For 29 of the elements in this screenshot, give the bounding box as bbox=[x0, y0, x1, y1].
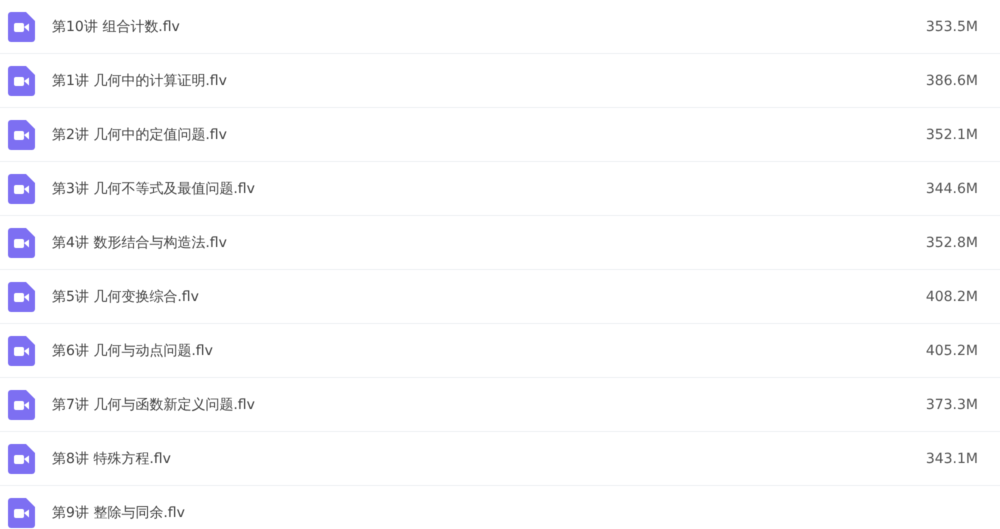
file-name[interactable]: 第4讲 数形结合与构造法.flv bbox=[52, 234, 926, 252]
file-size: 343.1M bbox=[926, 450, 978, 466]
video-file-icon bbox=[8, 390, 35, 420]
file-name[interactable]: 第5讲 几何变换综合.flv bbox=[52, 288, 926, 306]
video-file-icon bbox=[8, 12, 35, 42]
video-file-icon bbox=[8, 336, 35, 366]
file-size: 352.8M bbox=[926, 234, 978, 250]
file-size: 352.1M bbox=[926, 126, 978, 142]
video-file-icon bbox=[8, 498, 35, 528]
file-size: 405.2M bbox=[926, 342, 978, 358]
video-file-icon bbox=[8, 444, 35, 474]
file-size: 344.6M bbox=[926, 180, 978, 196]
video-file-icon bbox=[8, 120, 35, 150]
file-size: 386.6M bbox=[926, 72, 978, 88]
file-size: 408.2M bbox=[926, 288, 978, 304]
video-file-icon bbox=[8, 174, 35, 204]
file-name[interactable]: 第7讲 几何与函数新定义问题.flv bbox=[52, 396, 926, 414]
file-name[interactable]: 第8讲 特殊方程.flv bbox=[52, 450, 926, 468]
file-size: 373.3M bbox=[926, 396, 978, 412]
file-name[interactable]: 第9讲 整除与同余.flv bbox=[52, 504, 1000, 522]
file-size: 353.5M bbox=[926, 18, 978, 34]
file-name[interactable]: 第6讲 几何与动点问题.flv bbox=[52, 342, 926, 360]
video-file-icon bbox=[8, 282, 35, 312]
file-name[interactable]: 第1讲 几何中的计算证明.flv bbox=[52, 72, 926, 90]
video-file-icon bbox=[8, 66, 35, 96]
file-name[interactable]: 第3讲 几何不等式及最值问题.flv bbox=[52, 180, 926, 198]
file-name[interactable]: 第2讲 几何中的定值问题.flv bbox=[52, 126, 926, 144]
video-file-icon bbox=[8, 228, 35, 258]
file-name[interactable]: 第10讲 组合计数.flv bbox=[52, 18, 926, 36]
